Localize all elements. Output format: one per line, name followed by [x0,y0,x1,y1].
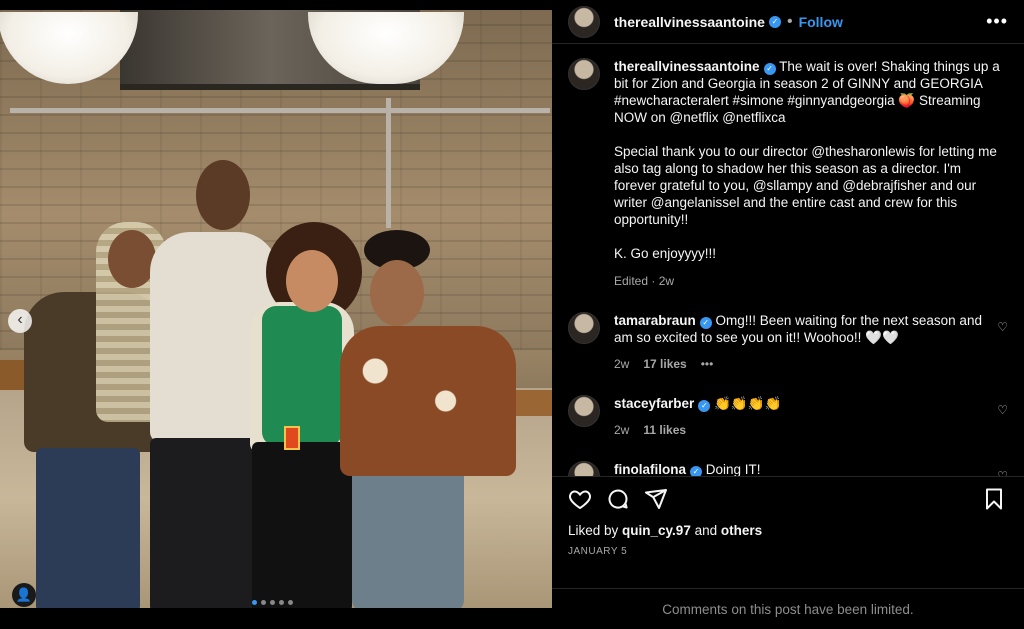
comments-limited-notice: Comments on this post have been limited. [552,588,1024,629]
post-date[interactable]: JANUARY 5 [568,546,1008,557]
lanyard-badge [284,426,300,450]
verified-icon: ✓ [690,466,702,476]
caption-paragraph: Special thank you to our director @thesh… [614,144,997,227]
carousel-dot [279,600,284,605]
bookmark-icon[interactable] [982,487,1006,511]
more-options-icon[interactable]: ••• [986,11,1008,32]
comment-likes[interactable]: 11 likes [643,422,686,439]
comment-like-icon[interactable]: ♡ [997,469,1008,476]
post-actions: Liked by quin_cy.97 and others JANUARY 5 [552,476,1024,557]
share-icon[interactable] [644,487,668,511]
comments-scroll[interactable]: thereallvinessaantoine ✓ The wait is over… [552,44,1024,476]
comment: finolafilona ✓ Doing IT! ♡ [568,461,1008,476]
caption-username[interactable]: thereallvinessaantoine [614,59,760,74]
avatar[interactable] [568,395,600,427]
comment-time: 2w [614,357,630,371]
caption-paragraph: K. Go enjoyyyy!!! [614,246,717,261]
carousel-prev-button[interactable]: ‹ [8,309,32,333]
comment-icon[interactable] [606,487,630,511]
comment-like-icon[interactable]: ♡ [997,403,1008,417]
carousel-dot [288,600,293,605]
carousel-dot [252,600,257,605]
carousel-dot [270,600,275,605]
comment-time: 2w [614,423,630,437]
comment-more-icon[interactable]: ••• [701,356,714,373]
carousel-dots [252,600,293,605]
liked-by-others[interactable]: others [721,523,762,538]
comment-username[interactable]: staceyfarber [614,396,694,411]
avatar[interactable] [568,58,600,90]
avatar[interactable] [568,312,600,344]
separator-dot: • [786,12,793,30]
avatar[interactable] [568,5,600,38]
comment-username[interactable]: finolafilona [614,462,686,476]
post-photo[interactable]: ‹ 👤 [0,10,552,608]
comment-text: Doing IT! [705,462,761,476]
comment-likes[interactable]: 17 likes [643,356,686,373]
wall-pipe [10,108,550,113]
avatar[interactable] [568,461,600,476]
carousel-dot [261,600,266,605]
post-header: thereallvinessaantoine ✓ • Follow ••• [552,0,1024,44]
post-caption: thereallvinessaantoine ✓ The wait is over… [568,58,1008,290]
tagged-users-icon[interactable]: 👤 [12,583,36,607]
comment: tamarabraun ✓ Omg!!! Been waiting for the… [568,312,1008,373]
wall-pipe [386,98,391,228]
comment-username[interactable]: tamarabraun [614,313,696,328]
comment-text: 👏👏👏👏 [714,396,782,411]
liked-by: Liked by quin_cy.97 and others [568,523,1008,538]
comment-like-icon[interactable]: ♡ [997,320,1008,334]
caption-meta: Edited · 2w [614,274,675,288]
like-heart-icon[interactable] [568,487,592,511]
post-panel: thereallvinessaantoine ✓ • Follow ••• th… [552,0,1024,629]
verified-icon: ✓ [699,317,712,329]
verified-icon: ✓ [763,63,776,75]
liked-by-user[interactable]: quin_cy.97 [622,523,691,538]
verified-icon: ✓ [768,15,781,28]
verified-icon: ✓ [698,400,711,412]
follow-button[interactable]: Follow [799,14,843,30]
header-username[interactable]: thereallvinessaantoine [614,14,765,30]
comment: staceyfarber ✓ 👏👏👏👏 2w 11 likes ♡ [568,395,1008,439]
liked-by-and: and [690,523,721,538]
liked-by-prefix: Liked by [568,523,623,538]
